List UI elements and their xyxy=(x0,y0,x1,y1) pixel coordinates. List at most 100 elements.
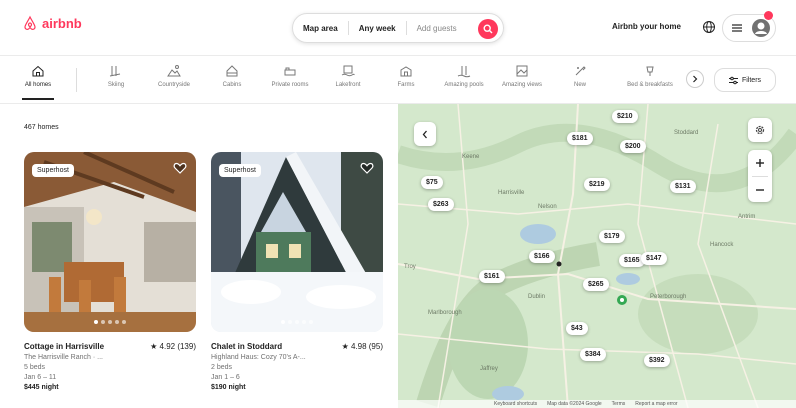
price-pin[interactable]: $392 xyxy=(644,354,670,367)
zoom-out-button[interactable] xyxy=(748,177,772,202)
category-divider xyxy=(76,68,77,92)
listing-title-row: Cottage in Harrisville ★ 4.92 (139) xyxy=(24,342,196,351)
filters-label: Filters xyxy=(741,76,762,84)
category-private-rooms[interactable]: Private rooms xyxy=(262,64,318,88)
listing-beds: 5 beds xyxy=(24,364,46,371)
price-pin[interactable]: $219 xyxy=(584,178,610,191)
map-collapse-button[interactable] xyxy=(414,122,436,146)
host-link[interactable]: Airbnb your home xyxy=(612,22,681,31)
filters-icon xyxy=(728,76,738,84)
category-label: All homes xyxy=(24,82,52,88)
price-pin[interactable]: $161 xyxy=(479,270,505,283)
listing-price: $445 night xyxy=(24,384,59,391)
map-place-label: Jaffrey xyxy=(480,366,498,372)
heart-icon[interactable] xyxy=(173,161,187,175)
price-pin[interactable]: $181 xyxy=(567,132,593,145)
menu-icon xyxy=(732,24,742,32)
search-icon xyxy=(483,24,493,34)
price-pin[interactable]: $166 xyxy=(529,250,555,263)
new-icon xyxy=(575,66,586,76)
minus-icon xyxy=(756,188,764,191)
map-settings-button[interactable] xyxy=(748,118,772,142)
map-place-label: Nelson xyxy=(538,204,557,210)
home-icon xyxy=(32,65,44,77)
listing-photo-image xyxy=(24,152,196,332)
lakefront-icon xyxy=(341,65,355,77)
price-pin[interactable]: $200 xyxy=(620,140,646,153)
listing-price: $190 night xyxy=(211,384,246,391)
category-label: New xyxy=(573,82,586,88)
price-pin[interactable]: $75 xyxy=(421,176,443,189)
top-header: airbnb Map area Any week Add guests Airb… xyxy=(0,0,796,56)
search-bar[interactable]: Map area Any week Add guests xyxy=(292,13,504,43)
notification-dot xyxy=(764,11,773,20)
search-when[interactable]: Any week xyxy=(349,24,406,33)
map[interactable]: Keene Harrisville Stoddard Marlborough D… xyxy=(398,104,796,408)
listing-rating: ★ 4.92 (139) xyxy=(150,342,196,351)
category-countryside[interactable]: Countryside xyxy=(146,64,202,88)
map-attribution: Keyboard shortcuts Map data ©2024 Google… xyxy=(494,401,678,407)
category-label: Bed & breakfasts xyxy=(627,82,673,88)
price-pin[interactable]: $263 xyxy=(428,198,454,211)
listing-subtitle: The Harrisville Ranch · ... xyxy=(24,354,103,361)
attribution-link[interactable]: Report a map error xyxy=(635,401,677,407)
heart-icon[interactable] xyxy=(360,161,374,175)
category-label: Lakefront xyxy=(335,82,361,88)
globe-icon[interactable] xyxy=(702,20,716,34)
category-skiing[interactable]: Skiing xyxy=(88,64,144,88)
attribution-link[interactable]: Keyboard shortcuts xyxy=(494,401,537,407)
pool-icon xyxy=(457,66,471,78)
zoom-in-button[interactable] xyxy=(748,150,772,176)
category-farms[interactable]: Farms xyxy=(378,64,434,88)
listing-card[interactable]: Superhost Cottage in Harrisville ★ 4.92 … xyxy=(24,152,196,391)
listing-photo[interactable]: Superhost xyxy=(24,152,196,332)
category-scroll-right-button[interactable] xyxy=(686,70,704,88)
price-pin[interactable]: $147 xyxy=(641,252,667,265)
superhost-badge: Superhost xyxy=(32,164,74,177)
airbnb-logo[interactable]: airbnb xyxy=(22,15,82,31)
filters-button[interactable]: Filters xyxy=(714,68,776,92)
search-where[interactable]: Map area xyxy=(293,24,348,33)
category-bed-breakfasts[interactable]: Bed & breakfasts xyxy=(620,64,680,88)
map-place-label: Marlborough xyxy=(428,310,462,316)
price-pin[interactable]: $210 xyxy=(612,110,638,123)
attribution-link[interactable]: Terms xyxy=(612,401,626,407)
private-room-icon xyxy=(284,67,296,76)
price-pin[interactable]: $265 xyxy=(583,278,609,291)
map-place-label: Hancock xyxy=(710,242,734,248)
map-place-label: Harrisville xyxy=(498,190,525,196)
listing-photo[interactable]: Superhost xyxy=(211,152,383,332)
category-cabins[interactable]: Cabins xyxy=(204,64,260,88)
map-place-label: Antrim xyxy=(738,214,756,220)
price-pin[interactable]: $131 xyxy=(670,180,696,193)
map-place-label: Troy xyxy=(404,264,416,270)
category-all-homes[interactable]: All homes xyxy=(10,64,66,100)
category-label: Private rooms xyxy=(271,82,309,88)
category-amazing-views[interactable]: Amazing views xyxy=(494,64,550,88)
category-lakefront[interactable]: Lakefront xyxy=(320,64,376,88)
bnb-icon xyxy=(646,66,654,76)
search-who[interactable]: Add guests xyxy=(407,24,467,33)
listing-card[interactable]: Superhost Chalet in Stoddard ★ 4.98 (95)… xyxy=(211,152,383,391)
results-count: 467 homes xyxy=(24,124,59,131)
chevron-left-icon xyxy=(422,130,427,138)
listing-photo-image xyxy=(211,152,383,332)
listing-title-row: Chalet in Stoddard ★ 4.98 (95) xyxy=(211,342,383,351)
category-label: Farms xyxy=(397,82,415,88)
category-new[interactable]: New xyxy=(552,64,608,88)
category-amazing-pools[interactable]: Amazing pools xyxy=(436,64,492,88)
category-bar: All homes Skiing Countryside Cabins Priv… xyxy=(0,56,796,104)
views-icon xyxy=(516,65,528,77)
photo-dots xyxy=(24,320,196,324)
countryside-icon xyxy=(167,65,181,77)
price-pin[interactable]: $179 xyxy=(599,230,625,243)
search-button[interactable] xyxy=(478,19,498,39)
category-label: Countryside xyxy=(157,82,190,88)
listing-title: Chalet in Stoddard xyxy=(211,342,283,351)
superhost-badge: Superhost xyxy=(219,164,261,177)
listing-dates: Jan 1 – 6 xyxy=(211,374,240,381)
price-pin[interactable]: $384 xyxy=(580,348,606,361)
map-place-label: Dublin xyxy=(528,294,546,300)
listing-beds: 2 beds xyxy=(211,364,233,371)
price-pin[interactable]: $43 xyxy=(566,322,588,335)
